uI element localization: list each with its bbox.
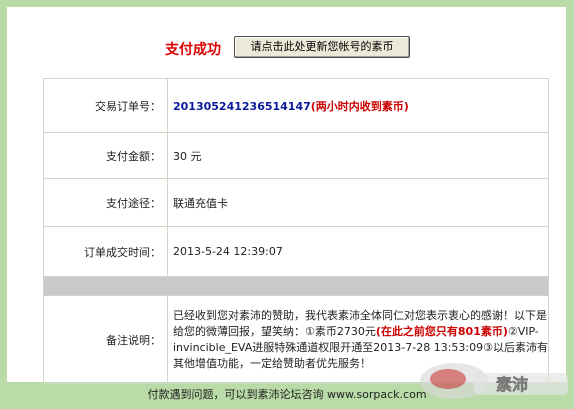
amount-value: 30 元 [167,132,549,179]
refresh-balance-button[interactable]: 请点击此处更新您帐号的素币 [234,36,410,58]
page-title: 支付成功 [165,42,221,58]
table-row-divider [43,276,549,296]
order-no-label: 交易订单号： [43,78,168,133]
table-row-amount: 支付金额： 30 元 [43,132,549,179]
table-row-order-time: 订单成交时间： 2013-5-24 12:39:07 [43,226,549,277]
table-row-order-no: 交易订单号： 201305241236514147(两小时内收到素币) [43,78,549,133]
order-no-note: (两小时内收到素币) [310,99,409,113]
logo-red-shape [430,369,466,389]
order-time-value: 2013-5-24 12:39:07 [167,226,549,277]
divider-bar [43,276,549,296]
order-time-label: 订单成交时间： [43,226,168,277]
table-row-payment-method: 支付途径： 联通充值卡 [43,178,549,227]
remark-label: 备注说明： [43,295,168,384]
amount-label: 支付金额： [43,132,168,179]
forum-link[interactable]: www.sorpack.com [327,388,427,401]
payment-method-value: 联通充值卡 [167,178,549,227]
order-info-table: 交易订单号： 201305241236514147(两小时内收到素币) 支付金额… [43,78,549,384]
logo-text: 素沛 [496,375,528,394]
remark-text-red: (在此之前您只有801素币) [375,324,508,338]
header: 支付成功 请点击此处更新您帐号的素币 [7,7,566,85]
footer-text: 付款遇到问题，可以到素沛论坛咨询 [147,388,324,401]
window-frame: 支付成功 请点击此处更新您帐号的素币 交易订单号： 20130524123651… [0,0,574,409]
order-no-cell: 201305241236514147(两小时内收到素币) [167,78,549,133]
order-no-value: 201305241236514147 [173,99,311,113]
site-logo-watermark: 素沛 [420,363,568,399]
payment-method-label: 支付途径： [43,178,168,227]
